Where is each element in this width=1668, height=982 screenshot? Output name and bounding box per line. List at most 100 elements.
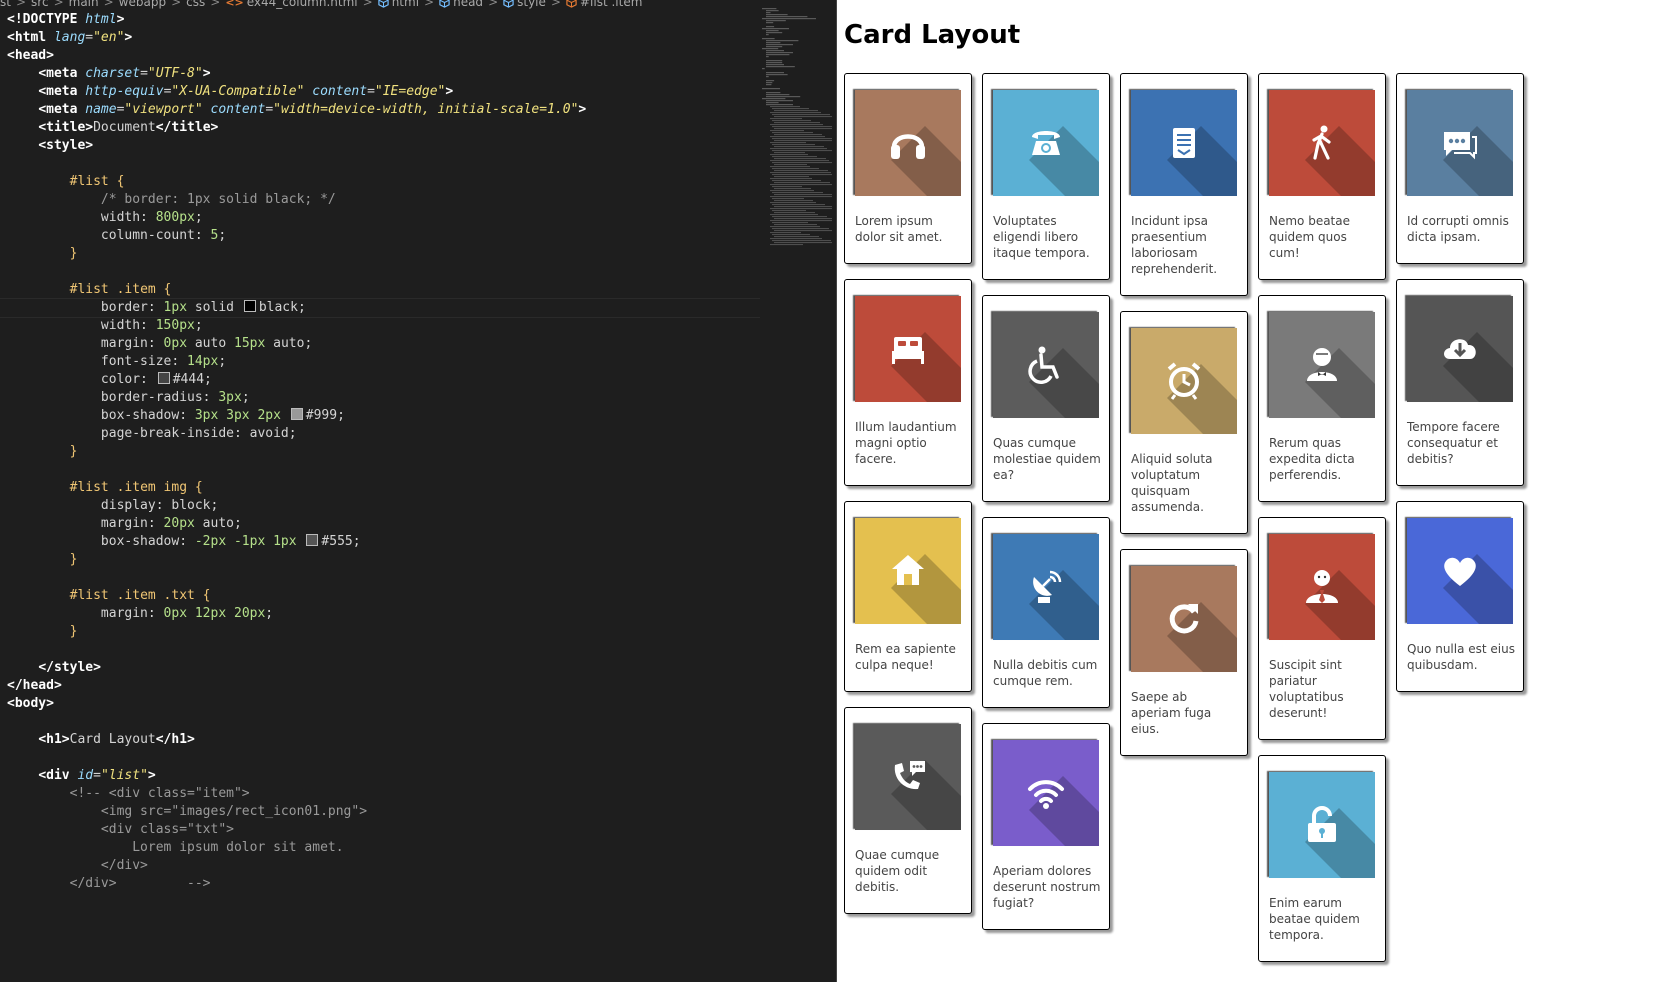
card-image [1269,772,1375,878]
code-line[interactable]: Lorem ipsum dolor sit amet. [7,839,586,857]
breadcrumb-item[interactable]: #list .item [580,0,642,9]
unlock-icon [1308,806,1336,842]
code-line[interactable]: #list .item img { [7,479,586,497]
code-line[interactable]: <img src="images/rect_icon01.png"> [7,803,586,821]
code-line[interactable]: margin: 0px 12px 20px; [7,605,586,623]
code-line[interactable]: <h1>Card Layout</h1> [7,731,586,749]
code-line[interactable]: <meta charset="UTF-8"> [7,65,586,83]
code-line[interactable]: #list .item .txt { [7,587,586,605]
code-token: > [445,84,454,99]
code-token: ; [194,318,203,333]
code-line[interactable]: <head> [7,47,586,65]
color-swatch[interactable] [157,372,170,384]
code-token: } [69,246,78,261]
code-token: id [77,768,94,783]
code-line[interactable]: } [7,245,586,263]
code-line[interactable]: #list { [7,173,586,191]
code-line[interactable]: <div class="txt"> [7,821,586,839]
breadcrumb-item[interactable]: head [453,0,483,9]
code-line[interactable]: box-shadow: -2px -1px 1px #555; [7,533,586,551]
breadcrumb-item[interactable]: main [69,0,99,9]
code-line[interactable]: </head> [7,677,586,695]
code-line[interactable]: #list .item { [7,281,586,299]
code-line[interactable] [7,263,586,281]
code-line[interactable]: <meta name="viewport" content="width=dev… [7,101,586,119]
code-token: = [367,84,375,99]
breadcrumb-item[interactable]: style [517,0,546,9]
code-token: #555; [321,534,361,549]
card-image [855,90,961,196]
code-line[interactable]: </style> [7,659,586,677]
code-token: "IE=edge" [374,84,446,99]
code-token: } [69,624,78,639]
breadcrumb-item[interactable]: css [186,0,205,9]
code-line[interactable]: <div id="list"> [7,767,586,785]
code-line[interactable] [7,713,586,731]
code-line[interactable]: box-shadow: 3px 3px 2px #999; [7,407,586,425]
code-line[interactable]: margin: 20px auto; [7,515,586,533]
breadcrumb-item[interactable]: ex44_column.html [247,0,358,9]
code-line[interactable]: <html lang="en"> [7,29,586,47]
code-line[interactable]: page-break-inside: avoid; [7,425,586,443]
color-swatch[interactable] [306,534,319,546]
code-token: <img src="images/rect_icon01.png"> [100,804,368,819]
code-editor[interactable]: st > src > main > webapp > css > <> ex44_column.htm… [0,0,836,982]
card-text: Aliquid soluta voluptatum quisquam assum… [1131,452,1213,514]
code-token: width: [100,318,156,333]
code-line[interactable] [7,641,586,659]
code-line[interactable]: </div> [7,857,586,875]
code-token: > [202,66,211,81]
code-line[interactable]: border: 1px solid black; [7,299,586,317]
code-line[interactable] [7,749,586,767]
breadcrumb-item[interactable]: st [0,0,11,9]
color-swatch[interactable] [290,408,303,420]
businessman-icon [1306,570,1338,603]
code-line[interactable]: border-radius: 3px; [7,389,586,407]
code-line[interactable]: font-size: 14px; [7,353,586,371]
code-line[interactable]: <!-- <div class="item"> [7,785,586,803]
code-line[interactable]: color: #444; [7,371,586,389]
code-line[interactable] [7,155,586,173]
code-line[interactable]: width: 150px; [7,317,586,335]
code-line[interactable]: margin: 0px auto 15px auto; [7,335,586,353]
breadcrumb-item[interactable]: webapp [119,0,166,9]
card-image [1269,90,1375,196]
code-line[interactable]: <!DOCTYPE html> [7,11,586,29]
code-area[interactable]: <!DOCTYPE html> <html lang="en"> <head> <m… [7,11,586,893]
telephone-icon [1032,131,1060,155]
code-line[interactable]: <title>Document</title> [7,119,586,137]
breadcrumb-separator: > [171,0,182,9]
minimap[interactable] [758,6,832,266]
code-line[interactable]: <meta http-equiv = "X-UA-Compatible" conte… [7,83,586,101]
breadcrumb-separator: > [488,0,499,9]
breadcrumb-item[interactable]: src [31,0,49,9]
color-swatch[interactable] [243,300,256,312]
card-image [993,740,1099,846]
code-line[interactable]: column-count: 5; [7,227,586,245]
code-line[interactable]: /* border: 1px solid black; */ [7,191,586,209]
card-item: Voluptates eligendi libero itaque tempor… [982,73,1110,280]
code-line[interactable]: <style> [7,137,586,155]
code-line[interactable]: } [7,623,586,641]
code-token: ; [194,210,203,225]
code-line[interactable]: </div> --> [7,875,586,893]
breadcrumb-item[interactable]: html [392,0,419,9]
breadcrumb-separator: > [362,0,373,9]
code-line[interactable]: } [7,443,586,461]
code-line[interactable]: display: block; [7,497,586,515]
code-line[interactable]: <body> [7,695,586,713]
code-line[interactable]: } [7,551,586,569]
code-line[interactable] [7,569,586,587]
card-image [1269,534,1375,640]
code-line[interactable]: width: 800px; [7,209,586,227]
wheelchair-icon [1028,346,1059,384]
breadcrumb[interactable]: st > src > main > webapp > css > <> ex44_column.htm… [0,0,642,10]
code-line[interactable] [7,461,586,479]
